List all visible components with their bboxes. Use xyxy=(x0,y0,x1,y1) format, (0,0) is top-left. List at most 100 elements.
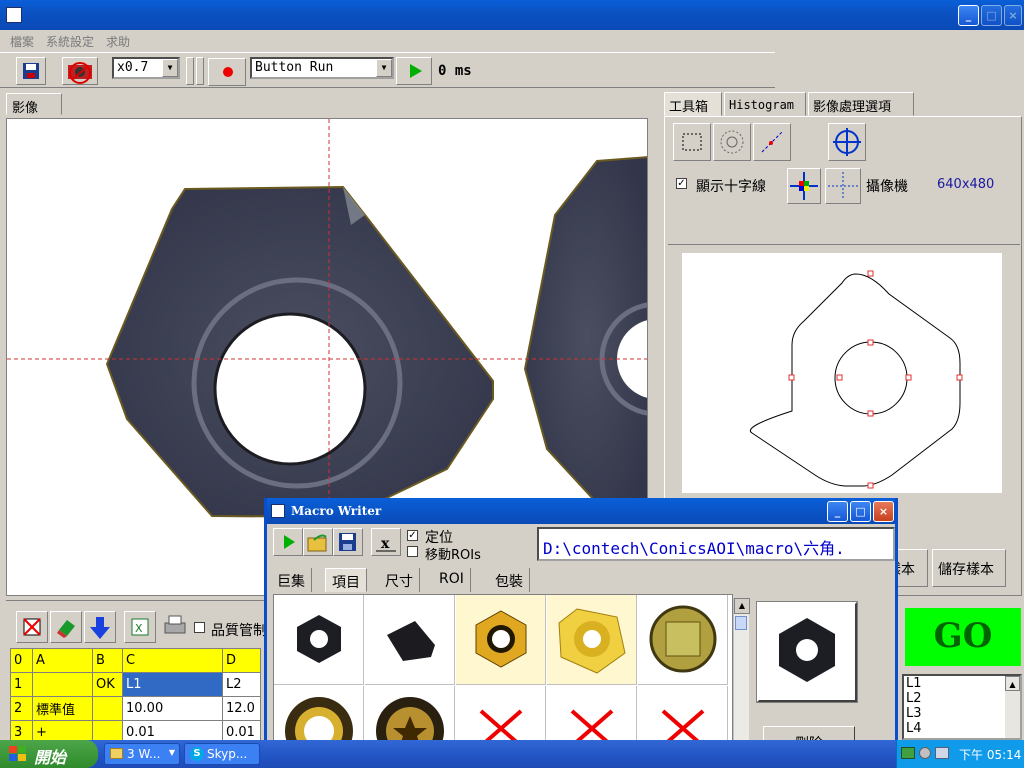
grid-cell[interactable]: 2 xyxy=(10,696,33,721)
macro-path-value: D:\contech\ConicsAOI\macro\六角. xyxy=(543,539,845,558)
record-button[interactable] xyxy=(208,58,246,86)
network-icon[interactable] xyxy=(901,747,915,759)
grid-cell[interactable]: L2 xyxy=(222,672,261,697)
title-bar: _ □ × xyxy=(0,0,1024,30)
tab-histogram[interactable]: Histogram xyxy=(724,92,806,116)
save-sample-button[interactable]: 儲存樣本 xyxy=(932,549,1006,587)
grid-cell[interactable]: 10.00 xyxy=(122,696,223,721)
line-roi-button[interactable] xyxy=(753,123,791,161)
grid-cell[interactable]: 1 xyxy=(10,672,33,697)
crosshair-style-button[interactable] xyxy=(825,168,861,204)
zoom-value: x0.7 xyxy=(117,60,149,75)
monitor-icon[interactable] xyxy=(935,747,949,759)
macro-tab-label: 尺寸 xyxy=(385,574,413,590)
zoom-select[interactable]: x0.7 ▼ xyxy=(112,57,180,79)
macro-save-button[interactable] xyxy=(333,528,363,556)
scroll-up-icon[interactable]: ▲ xyxy=(734,598,750,614)
macro-tab-label: 巨集 xyxy=(277,574,305,590)
app-icon xyxy=(271,504,285,518)
export-excel-button[interactable]: X xyxy=(124,611,156,643)
macro-open-button[interactable] xyxy=(303,528,333,556)
move-down-button[interactable] xyxy=(84,611,116,643)
close-button[interactable]: × xyxy=(1004,5,1022,26)
list-item[interactable]: L4 xyxy=(906,721,1020,736)
macro-tab-label: 包裝 xyxy=(495,574,523,590)
scroll-up-icon[interactable]: ▲ xyxy=(1005,676,1020,691)
thumbnail-gold-hex[interactable] xyxy=(456,595,546,685)
maximize-button[interactable]: □ xyxy=(981,5,1002,26)
main-toolbar: x0.7 ▼ Button Run ▼ 0 ms xyxy=(0,52,775,88)
macro-tab-roi[interactable]: ROI xyxy=(433,568,471,592)
taskbar-item-skype[interactable]: S Skyp... xyxy=(184,743,260,765)
measurement-grid[interactable]: 0 A B C D 1 OK L1 L2 2 標準值 10.00 12.0 3 … xyxy=(10,648,261,745)
macro-maximize-button[interactable]: □ xyxy=(850,501,871,522)
eraser-button[interactable] xyxy=(50,611,82,643)
crosshair-color-button[interactable] xyxy=(787,168,821,204)
printer-icon xyxy=(164,615,186,634)
move-rois-checkbox[interactable] xyxy=(407,546,418,557)
grid-header-cell: C xyxy=(122,648,223,673)
thumbnail-gold-round[interactable] xyxy=(547,595,637,685)
delete-rows-button[interactable] xyxy=(16,611,48,643)
grid-cell[interactable]: 標準值 xyxy=(32,696,93,721)
list-item[interactable]: L1 xyxy=(906,676,1020,691)
line-select-icon xyxy=(761,131,783,153)
grid-cell[interactable]: 12.0 xyxy=(222,696,261,721)
macro-tab-items[interactable]: 項目 xyxy=(325,568,367,592)
folder-open-icon xyxy=(307,534,327,552)
save-sample-button-label: 儲存樣本 xyxy=(938,562,994,578)
macro-path-field[interactable]: D:\contech\ConicsAOI\macro\六角. xyxy=(537,527,895,561)
rect-roi-button[interactable] xyxy=(673,123,711,161)
tab-image[interactable]: 影像 xyxy=(6,93,62,116)
macro-tab-dimensions[interactable]: 尺寸 xyxy=(379,568,420,592)
hex-insert-icon xyxy=(779,618,835,682)
list-scrollbar[interactable]: ▲ xyxy=(1005,676,1020,738)
thumbnail-gold-square[interactable] xyxy=(638,595,728,685)
run-button[interactable] xyxy=(396,57,432,85)
grid-cell[interactable]: OK xyxy=(92,672,123,697)
excel-icon: X xyxy=(131,618,149,636)
volume-icon[interactable] xyxy=(919,747,931,759)
print-button[interactable] xyxy=(160,611,192,643)
color-cross-icon xyxy=(790,172,818,200)
measurement-list[interactable]: L1 L2 L3 L4 ▲ xyxy=(902,674,1022,740)
camera-settings-button[interactable] xyxy=(62,57,98,85)
target-button[interactable] xyxy=(828,123,866,161)
toolbar-separator xyxy=(186,57,194,85)
menu-file[interactable]: 檔案 xyxy=(10,33,34,50)
macro-run-button[interactable] xyxy=(273,528,303,556)
grid-cell[interactable]: L1 xyxy=(122,672,223,697)
macro-tab-macro[interactable]: 巨集 xyxy=(271,568,312,592)
macro-close-button[interactable]: × xyxy=(873,501,894,522)
save-button[interactable] xyxy=(16,57,46,85)
start-button[interactable]: 開始 xyxy=(0,740,98,768)
macro-minimize-button[interactable]: _ xyxy=(827,501,848,522)
thumbnail-drill-bit[interactable] xyxy=(365,595,455,685)
start-label: 開始 xyxy=(34,748,67,767)
taskbar-item-windows[interactable]: 3 W... ▼ xyxy=(104,743,180,765)
divider xyxy=(668,244,1020,245)
template-preview xyxy=(682,253,1002,493)
circle-roi-button[interactable] xyxy=(713,123,751,161)
table-row: 1 OK L1 L2 xyxy=(10,672,261,697)
positioning-checkbox[interactable]: ✓ xyxy=(407,530,418,541)
toolbar-separator xyxy=(196,57,204,85)
quality-control-checkbox[interactable] xyxy=(194,622,205,633)
gold-round-insert-icon xyxy=(558,608,626,674)
macro-tab-packaging[interactable]: 包裝 xyxy=(489,568,530,592)
list-item[interactable]: L3 xyxy=(906,706,1020,721)
crosshair-checkbox[interactable]: ✓ xyxy=(676,178,687,189)
menu-help[interactable]: 求助 xyxy=(106,33,130,50)
run-mode-select[interactable]: Button Run ▼ xyxy=(250,57,394,79)
menu-system-settings[interactable]: 系統設定 xyxy=(46,33,94,50)
tab-image-processing[interactable]: 影像處理選項 xyxy=(808,92,914,116)
list-item[interactable]: L2 xyxy=(906,691,1020,706)
grid-cell[interactable] xyxy=(92,696,123,721)
minimize-button[interactable]: _ xyxy=(958,5,979,26)
taskbar-item-label: 3 W... xyxy=(127,747,161,761)
macro-clear-button[interactable]: x xyxy=(371,528,401,556)
tab-toolbox[interactable]: 工具箱 xyxy=(664,92,722,116)
scroll-thumb[interactable] xyxy=(735,616,747,630)
thumbnail-hex-insert[interactable] xyxy=(274,595,364,685)
grid-cell[interactable] xyxy=(32,672,93,697)
